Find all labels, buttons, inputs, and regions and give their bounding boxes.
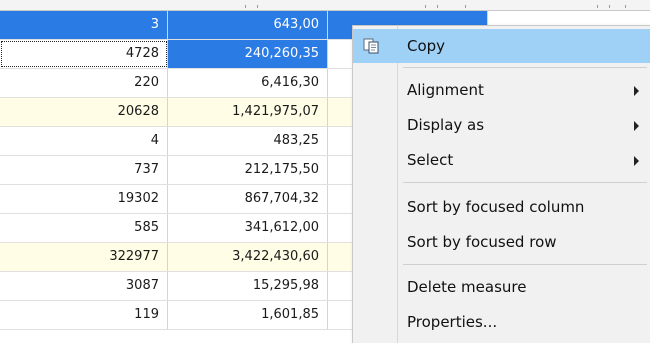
table-cell-value[interactable]: 212,175,50	[168, 156, 328, 184]
grid-header-strip	[0, 0, 650, 11]
menu-item-label: Sort by focused row	[407, 233, 557, 251]
menu-separator	[403, 67, 647, 68]
menu-item-label: Display as	[407, 116, 485, 134]
table-cell-count[interactable]: 220	[0, 69, 168, 97]
table-cell-count[interactable]: 322977	[0, 243, 168, 271]
menu-item-alignment[interactable]: Alignment	[353, 73, 650, 107]
menu-item-sort-by-focused-column[interactable]: Sort by focused column	[353, 190, 650, 224]
table-cell-count[interactable]: 737	[0, 156, 168, 184]
copy-icon	[363, 38, 379, 54]
table-cell-count[interactable]: 20628	[0, 98, 168, 126]
menu-item-label: Select	[407, 151, 454, 169]
menu-item-copy[interactable]: Copy	[353, 29, 650, 63]
menu-item-label: Properties...	[407, 313, 498, 331]
table-cell-value[interactable]: 3,422,430,60	[168, 243, 328, 271]
menu-item-label: Alignment	[407, 81, 484, 99]
table-cell-count[interactable]: 119	[0, 301, 168, 329]
menu-item-display-as[interactable]: Display as	[353, 108, 650, 142]
table-cell-value[interactable]: 483,25	[168, 127, 328, 155]
menu-item-select[interactable]: Select	[353, 143, 650, 177]
menu-item-label: Copy	[407, 37, 446, 55]
table-cell-count[interactable]: 19302	[0, 185, 168, 213]
table-cell-value[interactable]: 1,421,975,07	[168, 98, 328, 126]
table-cell-value[interactable]: 15,295,98	[168, 272, 328, 300]
table-cell-value[interactable]: 643,00	[168, 11, 328, 39]
table-cell-value[interactable]: 867,704,32	[168, 185, 328, 213]
menu-item-properties[interactable]: Properties...	[353, 305, 650, 339]
submenu-arrow-icon	[634, 121, 639, 131]
table-cell-value[interactable]: 6,416,30	[168, 69, 328, 97]
table-cell-count[interactable]: 585	[0, 214, 168, 242]
menu-item-label: Delete measure	[407, 278, 527, 296]
context-menu: Copy Alignment Display as Select Sort by…	[352, 25, 650, 343]
menu-separator	[403, 264, 647, 265]
menu-separator	[403, 182, 647, 183]
menu-item-label: Sort by focused column	[407, 198, 585, 216]
table-cell-count[interactable]: 3	[0, 11, 168, 39]
table-cell-count[interactable]: 3087	[0, 272, 168, 300]
submenu-arrow-icon	[634, 156, 639, 166]
submenu-arrow-icon	[634, 86, 639, 96]
table-cell-value[interactable]: 240,260,35	[168, 40, 328, 68]
table-cell-count[interactable]: 4728	[0, 40, 168, 68]
menu-item-delete-measure[interactable]: Delete measure	[353, 270, 650, 304]
table-cell-value[interactable]: 341,612,00	[168, 214, 328, 242]
table-cell-value[interactable]: 1,601,85	[168, 301, 328, 329]
menu-item-sort-by-focused-row[interactable]: Sort by focused row	[353, 225, 650, 259]
table-cell-count[interactable]: 4	[0, 127, 168, 155]
